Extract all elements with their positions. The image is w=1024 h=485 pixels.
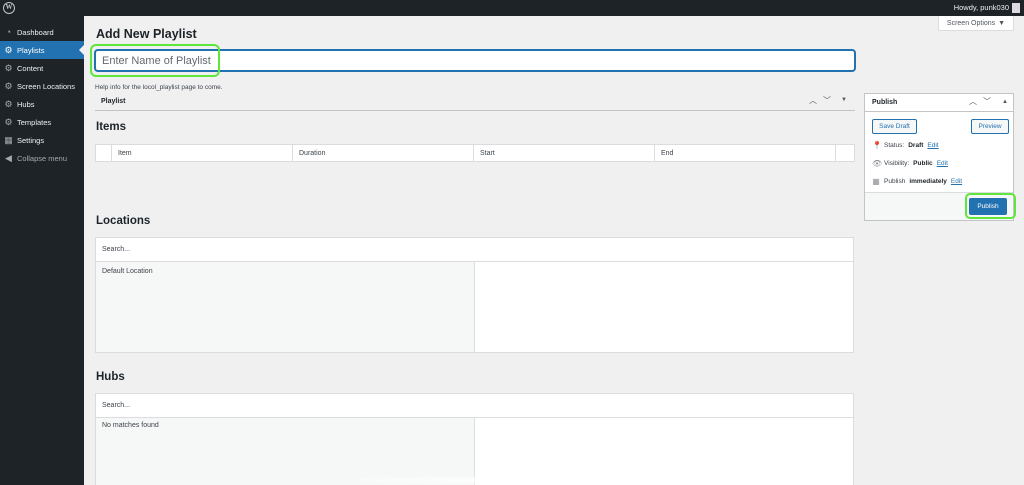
items-column-item: Item	[112, 145, 293, 161]
save-draft-button[interactable]: Save Draft	[872, 119, 917, 134]
bottom-fade	[360, 476, 680, 485]
locations-available-list: Default Location	[96, 262, 475, 352]
hubs-selector: Search... No matches found	[95, 393, 854, 485]
sidebar-item-label: Playlists	[17, 45, 45, 55]
hubs-heading: Hubs	[96, 371, 125, 383]
empty-message: No matches found	[102, 422, 159, 429]
sidebar-item-templates[interactable]: ⚙ Templates	[0, 113, 84, 131]
items-column-actions	[836, 145, 854, 161]
sidebar-item-settings[interactable]: ▦ Settings	[0, 131, 84, 149]
gear-icon: ⚙	[4, 44, 13, 55]
locations-selected-list	[475, 262, 853, 352]
publish-value: immediately	[909, 178, 947, 185]
toggle-panel-icon[interactable]: ▼	[841, 97, 847, 103]
sidebar-item-hubs[interactable]: ⚙ Hubs	[0, 95, 84, 113]
publish-label: Publish	[884, 178, 906, 185]
gear-icon: ⚙	[4, 116, 13, 127]
sidebar-item-label: Content	[17, 63, 44, 73]
admin-bar: W Howdy, punk030	[0, 0, 1024, 16]
playlist-box-header: Playlist ︿ ﹀ ▼	[95, 94, 855, 111]
sidebar-item-content[interactable]: ⚙ Content	[0, 59, 84, 77]
calendar-icon: ▦	[872, 177, 880, 186]
publish-box-header: Publish ︿ ﹀ ▲	[865, 94, 1013, 112]
status-value: Draft	[908, 142, 924, 149]
locations-selector: Search... Default Location	[95, 237, 854, 353]
page-title: Add New Playlist	[96, 27, 197, 41]
edit-visibility-link[interactable]: Edit	[937, 160, 948, 167]
status-row: 📍 Status: Draft Edit	[872, 141, 939, 150]
visibility-row: 👁 Visibility: Public Edit	[872, 159, 948, 168]
screen-options-button[interactable]: Screen Options ▼	[938, 16, 1014, 31]
howdy-text: Howdy, punk030	[953, 3, 1009, 12]
wordpress-logo-icon[interactable]: W	[3, 2, 15, 14]
toggle-panel-icon[interactable]: ▲	[1002, 99, 1008, 105]
sidebar-collapse-menu[interactable]: ◀ Collapse menu	[0, 149, 84, 167]
publish-box-title: Publish	[872, 99, 898, 106]
eye-icon: 👁	[872, 159, 883, 168]
collapse-icon: ◀	[5, 152, 12, 163]
move-down-icon[interactable]: ﹀	[983, 96, 991, 107]
sidebar-item-dashboard[interactable]: ◔ Dashboard	[0, 23, 84, 41]
playlist-title-input[interactable]	[95, 50, 855, 71]
preview-button[interactable]: Preview	[971, 119, 1009, 134]
move-up-icon[interactable]: ︿	[809, 95, 817, 106]
sidebar-item-label: Hubs	[17, 99, 35, 109]
sidebar-item-label: Settings	[17, 135, 45, 145]
items-column-handle	[96, 145, 112, 161]
locations-heading: Locations	[96, 215, 151, 227]
publish-date-row: ▦ Publish immediately Edit	[872, 177, 962, 186]
screen-options-label: Screen Options	[946, 19, 996, 27]
pin-icon: 📍	[872, 141, 882, 150]
publish-box: Publish ︿ ﹀ ▲ Save Draft Preview 📍 Statu…	[864, 93, 1014, 221]
move-down-icon[interactable]: ﹀	[823, 95, 831, 106]
items-heading: Items	[96, 121, 127, 133]
items-table-header: Item Duration Start End	[95, 144, 855, 162]
publish-button[interactable]: Publish	[969, 198, 1007, 215]
edit-publish-date-link[interactable]: Edit	[951, 178, 962, 185]
gear-icon: ⚙	[4, 62, 13, 73]
sidebar-item-label: Templates	[17, 117, 52, 127]
locations-search-input[interactable]: Search...	[96, 238, 853, 262]
sidebar-item-label: Dashboard	[17, 27, 54, 37]
visibility-value: Public	[913, 160, 933, 167]
help-text: Help info for the locol_playlist page to…	[95, 84, 223, 91]
caret-down-icon: ▼	[998, 19, 1006, 27]
hubs-selected-list	[475, 418, 853, 485]
settings-icon: ▦	[4, 134, 13, 145]
edit-status-link[interactable]: Edit	[927, 142, 938, 149]
sidebar-item-screen-locations[interactable]: ⚙ Screen Locations	[0, 77, 84, 95]
move-up-icon[interactable]: ︿	[969, 96, 977, 107]
list-item[interactable]: Default Location	[102, 268, 468, 275]
playlist-box-title: Playlist	[101, 98, 126, 105]
visibility-label: Visibility:	[884, 160, 910, 167]
gear-icon: ⚙	[4, 80, 13, 91]
admin-sidebar: ◔ Dashboard ⚙ Playlists ⚙ Content ⚙ Scre…	[0, 16, 84, 485]
publish-actions: Publish	[865, 192, 1013, 220]
status-label: Status:	[884, 142, 905, 149]
hubs-available-list: No matches found	[96, 418, 475, 485]
items-column-duration: Duration	[293, 145, 474, 161]
avatar	[1012, 3, 1020, 13]
gear-icon: ⚙	[4, 98, 13, 109]
hubs-search-input[interactable]: Search...	[96, 394, 853, 418]
sidebar-item-playlists[interactable]: ⚙ Playlists	[0, 41, 84, 59]
dashboard-icon: ◔	[5, 26, 12, 37]
account-menu[interactable]: Howdy, punk030	[954, 0, 1020, 16]
items-column-start: Start	[474, 145, 655, 161]
sidebar-item-label: Screen Locations	[17, 81, 75, 91]
sidebar-item-label: Collapse menu	[17, 153, 68, 163]
items-column-end: End	[655, 145, 836, 161]
